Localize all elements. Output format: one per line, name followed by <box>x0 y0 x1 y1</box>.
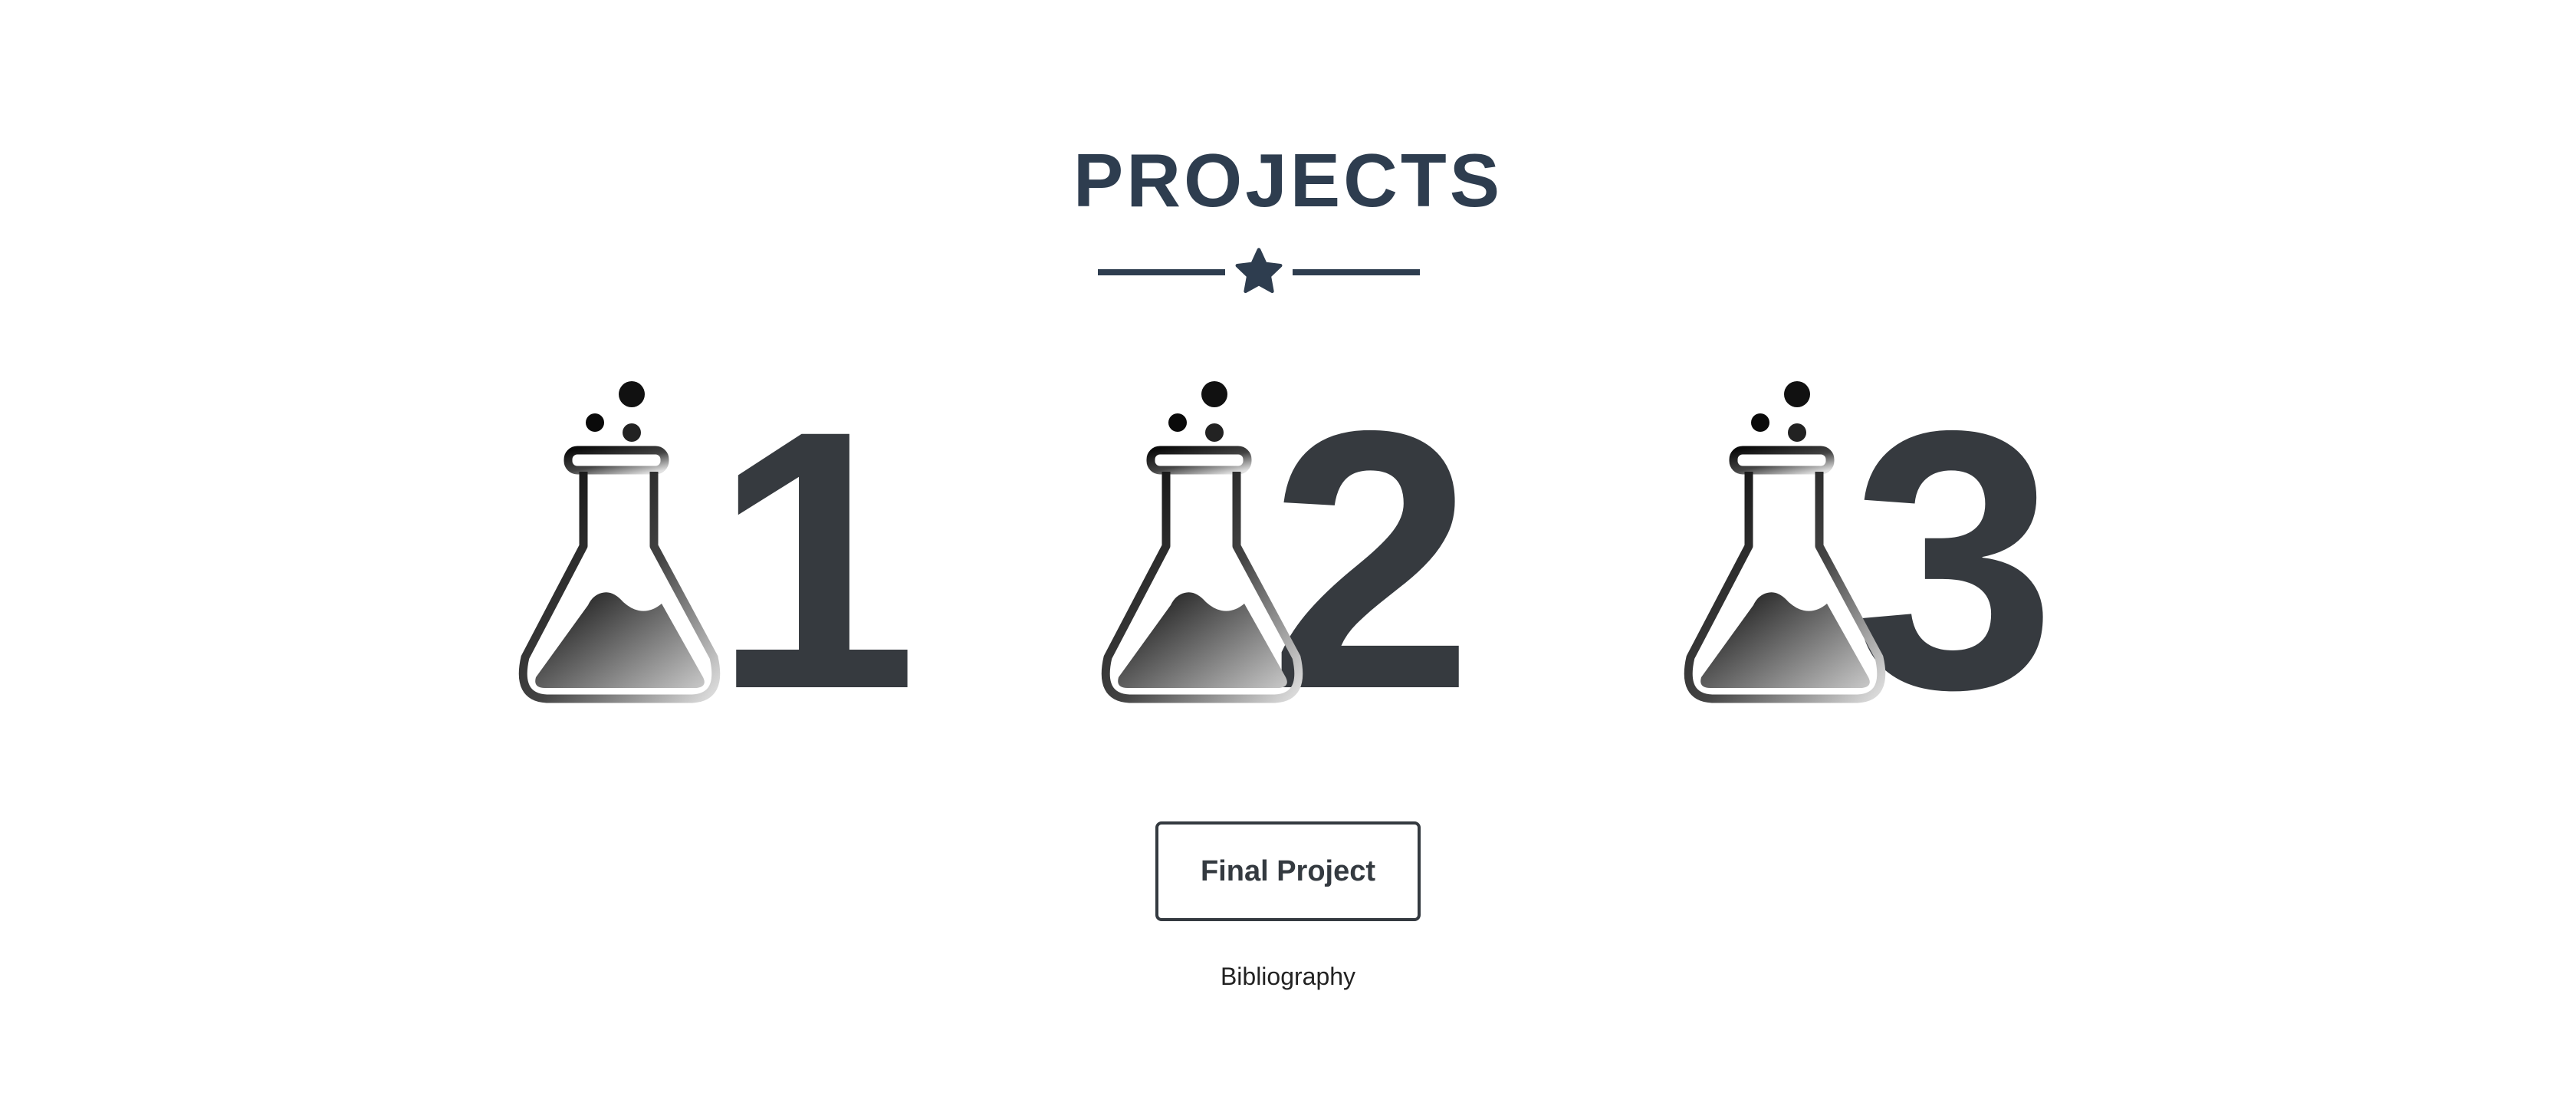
flask-icon <box>1099 381 1306 707</box>
bibliography-link[interactable]: Bibliography <box>0 963 2576 991</box>
star-icon <box>1235 248 1283 294</box>
page-title: PROJECTS <box>1073 138 1503 222</box>
divider-line-left <box>1098 269 1225 275</box>
final-project-button[interactable]: Final Project <box>1155 821 1421 921</box>
project-number[interactable]: 1 <box>713 360 918 759</box>
flask-icon <box>1681 381 1888 707</box>
divider-line-right <box>1293 269 1420 275</box>
flask-icon <box>516 381 723 707</box>
